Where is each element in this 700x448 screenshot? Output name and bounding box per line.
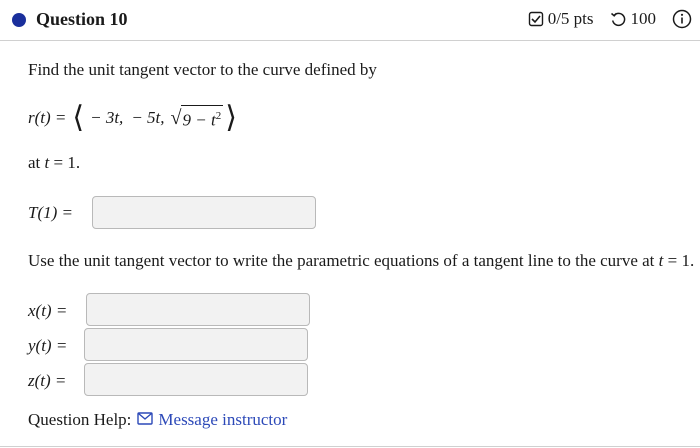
x-input[interactable] bbox=[86, 293, 310, 326]
bottom-divider bbox=[0, 446, 700, 447]
z-label: z(t) = bbox=[28, 371, 67, 390]
message-instructor-link[interactable]: Message instructor bbox=[137, 410, 287, 430]
instruction-text: Use the unit tangent vector to write the… bbox=[28, 251, 695, 270]
right-angle: ⟩ bbox=[225, 100, 237, 134]
z-input[interactable] bbox=[84, 363, 308, 396]
component-1: − 3t, bbox=[90, 107, 124, 127]
message-instructor-text: Message instructor bbox=[158, 410, 288, 429]
unit-tangent-input[interactable] bbox=[92, 196, 316, 229]
r-lhs: r(t) = bbox=[28, 107, 67, 127]
y-input[interactable] bbox=[84, 328, 308, 361]
component-2: − 5t, bbox=[131, 107, 165, 127]
checkbox-icon bbox=[528, 11, 544, 27]
y-label: y(t) = bbox=[28, 336, 68, 355]
question-status-dot bbox=[12, 13, 26, 27]
score-area: 0/5 pts 100 bbox=[528, 9, 692, 29]
info-icon[interactable] bbox=[672, 9, 692, 29]
attempts-count: 100 bbox=[630, 9, 657, 28]
question-title: Question 10 bbox=[36, 9, 128, 29]
envelope-icon bbox=[137, 410, 154, 430]
help-label: Question Help: bbox=[28, 410, 132, 429]
left-angle: ⟨ bbox=[72, 100, 85, 134]
retry-icon[interactable] bbox=[610, 11, 627, 28]
question-header: Question 10 0/5 pts 100 bbox=[0, 0, 700, 41]
unit-tangent-label: T(1) = bbox=[28, 203, 73, 222]
problem-intro: Find the unit tangent vector to the curv… bbox=[28, 60, 377, 79]
vector-function: r(t) = ⟨ − 3t, − 5t, √ 9 − t2 ⟩ bbox=[28, 100, 237, 134]
score-text: 0/5 pts bbox=[547, 9, 594, 28]
at-condition: at t = 1. bbox=[28, 153, 81, 172]
x-label: x(t) = bbox=[28, 301, 68, 320]
question-help: Question Help: Message instructor bbox=[28, 410, 287, 430]
sqrt-content: 9 − t2 bbox=[180, 105, 224, 131]
